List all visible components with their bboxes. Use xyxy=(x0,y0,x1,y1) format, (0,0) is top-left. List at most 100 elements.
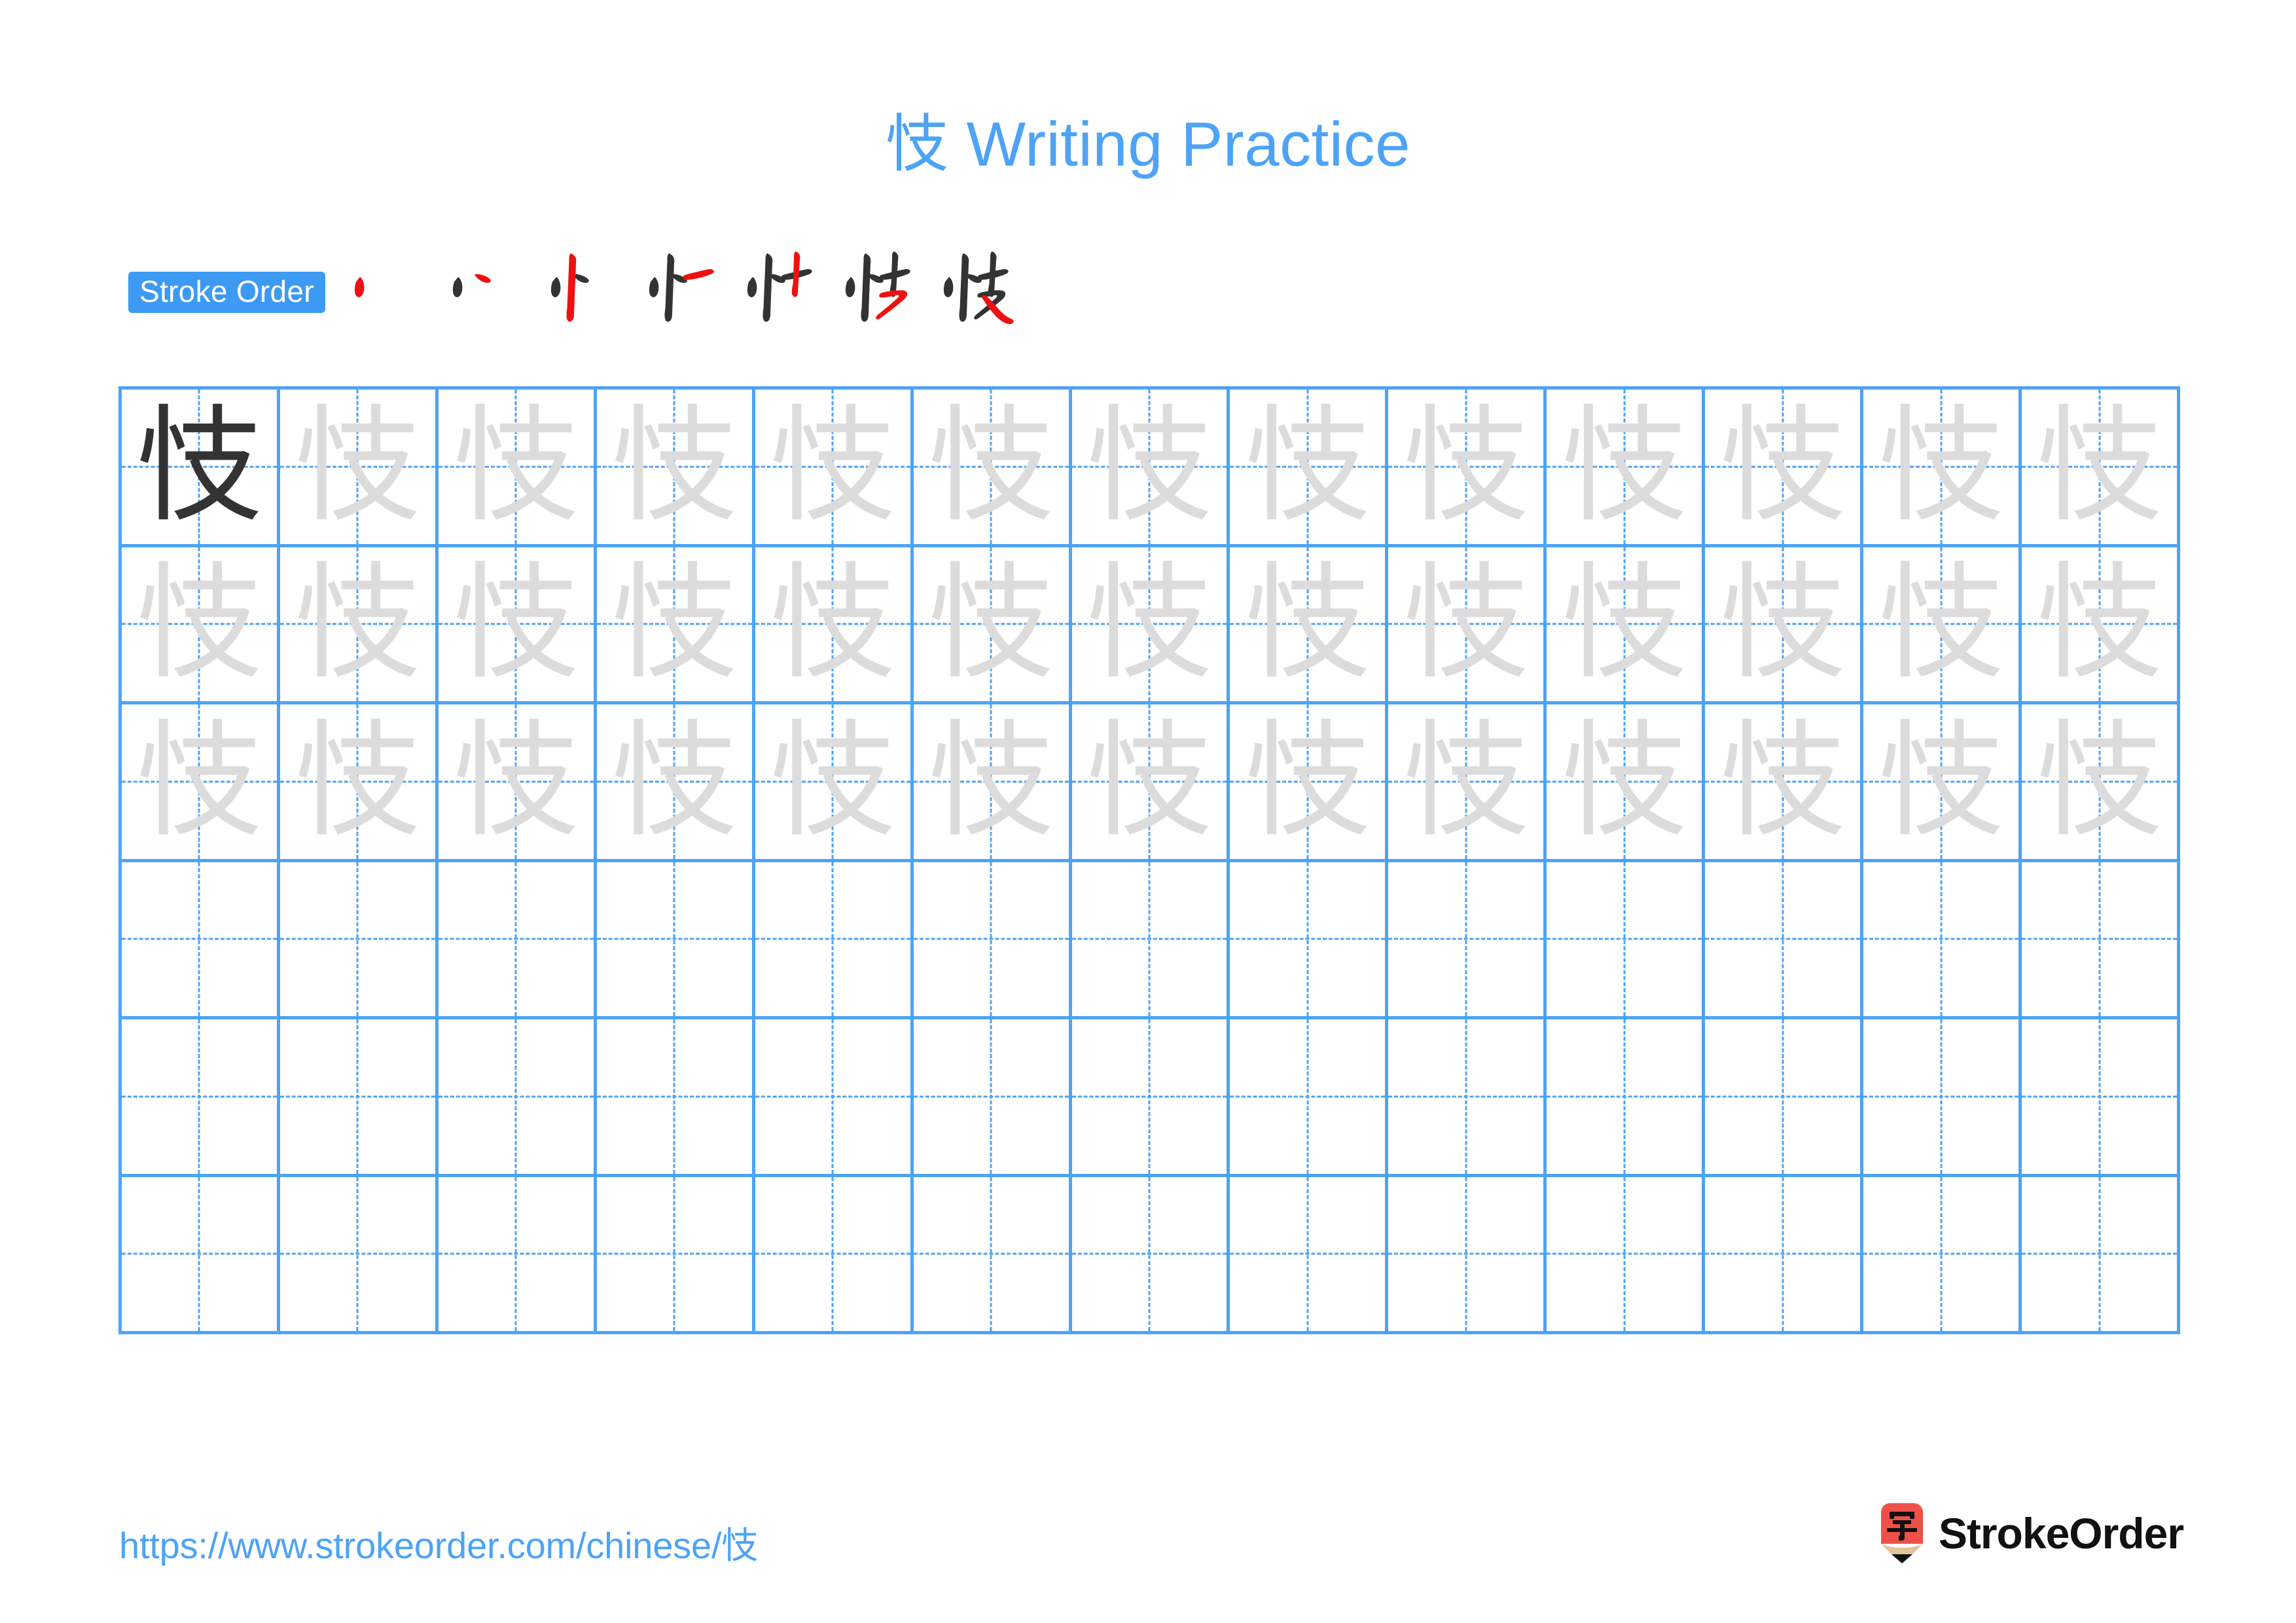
practice-cell[interactable]: 忮 xyxy=(279,547,439,704)
practice-cell[interactable]: 忮 xyxy=(1388,704,1547,862)
cell-vertical-guide xyxy=(1306,862,1309,1016)
practice-cell[interactable] xyxy=(1230,1019,1389,1177)
practice-cell[interactable]: 忮 xyxy=(755,390,914,547)
traced-character: 忮 xyxy=(295,393,421,539)
practice-cell[interactable]: 忮 xyxy=(2022,704,2180,862)
practice-cell[interactable] xyxy=(1547,1019,1706,1177)
stroke-step-2 xyxy=(433,234,531,332)
practice-cell[interactable] xyxy=(2022,1176,2180,1334)
traced-character: 忮 xyxy=(1403,708,1529,854)
practice-cell[interactable]: 忮 xyxy=(1705,390,1864,547)
practice-cell[interactable] xyxy=(122,862,280,1019)
practice-cell[interactable] xyxy=(1705,862,1864,1019)
practice-cell[interactable] xyxy=(1547,862,1706,1019)
cell-horizontal-guide xyxy=(1071,1252,1227,1255)
practice-cell[interactable]: 忮 xyxy=(755,704,914,862)
practice-cell[interactable]: 忮 xyxy=(122,390,280,547)
cell-horizontal-guide xyxy=(1071,938,1227,940)
practice-cell[interactable] xyxy=(596,862,755,1019)
practice-cell[interactable] xyxy=(1071,1019,1230,1177)
practice-cell[interactable] xyxy=(1863,1019,2022,1177)
practice-cell[interactable] xyxy=(1705,1019,1864,1177)
traced-character: 忮 xyxy=(453,551,579,697)
practice-cell[interactable] xyxy=(596,1176,755,1334)
practice-cell[interactable]: 忮 xyxy=(1230,547,1389,704)
practice-cell[interactable] xyxy=(1863,862,2022,1019)
practice-cell[interactable]: 忮 xyxy=(596,390,755,547)
practice-cell[interactable]: 忮 xyxy=(2022,547,2180,704)
cell-vertical-guide xyxy=(831,1019,834,1174)
practice-cell[interactable]: 忮 xyxy=(1547,704,1706,862)
practice-cell[interactable] xyxy=(755,1176,914,1334)
practice-cell[interactable]: 忮 xyxy=(913,547,1072,704)
cell-horizontal-guide xyxy=(2022,1252,2177,1255)
practice-cell[interactable] xyxy=(122,1019,280,1177)
practice-cell[interactable]: 忮 xyxy=(279,704,439,862)
practice-cell[interactable] xyxy=(1230,1176,1389,1334)
cell-horizontal-guide xyxy=(122,1095,277,1098)
cell-horizontal-guide xyxy=(438,1095,594,1098)
practice-cell[interactable]: 忮 xyxy=(1705,547,1864,704)
practice-cell[interactable]: 忮 xyxy=(1071,547,1230,704)
practice-cell[interactable]: 忮 xyxy=(1388,547,1547,704)
practice-cell[interactable] xyxy=(1230,862,1389,1019)
practice-cell[interactable]: 忮 xyxy=(1863,547,2022,704)
practice-cell[interactable] xyxy=(2022,1019,2180,1177)
practice-cell[interactable] xyxy=(913,862,1072,1019)
practice-cell[interactable]: 忮 xyxy=(1230,704,1389,862)
practice-cell[interactable]: 忮 xyxy=(1863,704,2022,862)
cell-vertical-guide xyxy=(1465,1176,1467,1331)
practice-cell[interactable] xyxy=(279,1176,439,1334)
practice-cell[interactable] xyxy=(1071,1176,1230,1334)
practice-cell[interactable] xyxy=(1388,1019,1547,1177)
practice-cell[interactable]: 忮 xyxy=(1547,547,1706,704)
practice-cell[interactable]: 忮 xyxy=(1071,390,1230,547)
practice-cell[interactable] xyxy=(755,862,914,1019)
practice-cell[interactable]: 忮 xyxy=(279,390,439,547)
practice-cell[interactable]: 忮 xyxy=(913,390,1072,547)
practice-cell[interactable]: 忮 xyxy=(122,704,280,862)
practice-cell[interactable] xyxy=(1705,1176,1864,1334)
practice-cell[interactable] xyxy=(279,1019,439,1177)
practice-cell[interactable]: 忮 xyxy=(1071,704,1230,862)
practice-cell[interactable]: 忮 xyxy=(1705,704,1864,862)
practice-cell[interactable] xyxy=(913,1019,1072,1177)
practice-cell[interactable]: 忮 xyxy=(596,547,755,704)
practice-cell[interactable]: 忮 xyxy=(438,704,597,862)
practice-cell[interactable] xyxy=(122,1176,280,1334)
stroke-step-3 xyxy=(531,234,629,332)
practice-cell[interactable] xyxy=(1863,1176,2022,1334)
practice-cell[interactable] xyxy=(438,1176,597,1334)
practice-cell[interactable] xyxy=(1388,862,1547,1019)
footer-url[interactable]: https://www.strokeorder.com/chinese/忮 xyxy=(119,1516,758,1569)
practice-cell[interactable] xyxy=(438,862,597,1019)
practice-cell[interactable]: 忮 xyxy=(1547,390,1706,547)
practice-cell[interactable]: 忮 xyxy=(2022,390,2180,547)
practice-cell[interactable]: 忮 xyxy=(913,704,1072,862)
practice-cell[interactable] xyxy=(1388,1176,1547,1334)
practice-cell[interactable]: 忮 xyxy=(755,547,914,704)
practice-cell[interactable]: 忮 xyxy=(1863,390,2022,547)
traced-character: 忮 xyxy=(453,393,579,539)
practice-cell[interactable] xyxy=(596,1019,755,1177)
practice-cell[interactable] xyxy=(913,1176,1072,1334)
practice-cell[interactable]: 忮 xyxy=(1388,390,1547,547)
practice-cell[interactable] xyxy=(1071,862,1230,1019)
cell-horizontal-guide xyxy=(1705,1252,1861,1255)
practice-cell[interactable]: 忮 xyxy=(438,547,597,704)
cell-vertical-guide xyxy=(356,1019,359,1174)
cell-horizontal-guide xyxy=(1071,1095,1227,1098)
practice-cell[interactable] xyxy=(438,1019,597,1177)
cell-vertical-guide xyxy=(2098,1019,2101,1174)
cell-horizontal-guide xyxy=(122,1252,277,1255)
practice-cell[interactable]: 忮 xyxy=(1230,390,1389,547)
traced-character: 忮 xyxy=(1244,708,1371,854)
practice-cell[interactable]: 忮 xyxy=(596,704,755,862)
practice-cell[interactable]: 忮 xyxy=(438,390,597,547)
practice-cell[interactable] xyxy=(2022,862,2180,1019)
cell-vertical-guide xyxy=(1465,1019,1467,1174)
practice-cell[interactable] xyxy=(279,862,439,1019)
practice-cell[interactable] xyxy=(755,1019,914,1177)
practice-cell[interactable]: 忮 xyxy=(122,547,280,704)
practice-cell[interactable] xyxy=(1547,1176,1706,1334)
